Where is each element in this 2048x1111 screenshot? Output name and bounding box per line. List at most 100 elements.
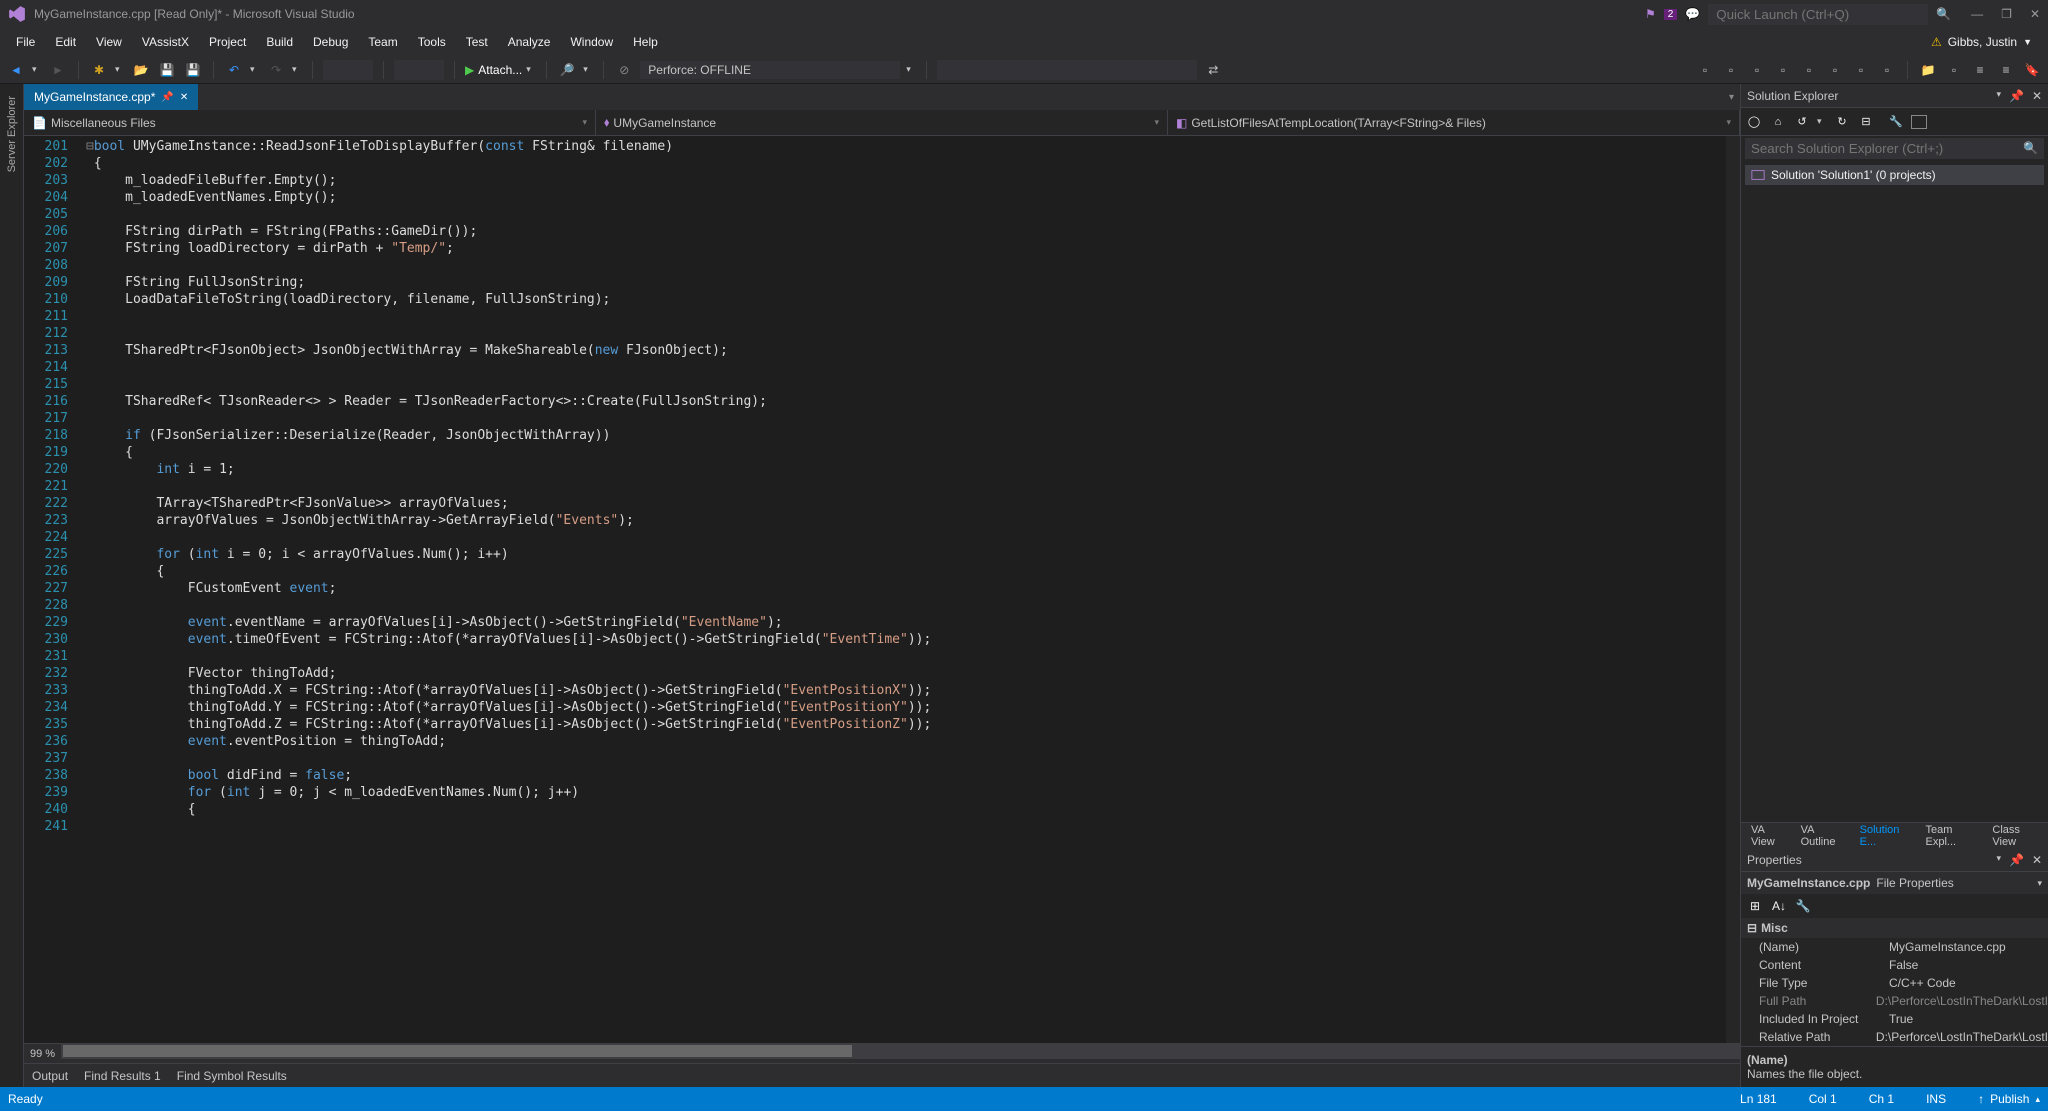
- pin-icon[interactable]: 📌: [161, 92, 173, 103]
- folder-open-icon[interactable]: 📁: [1918, 60, 1938, 80]
- feedback-icon[interactable]: 💬: [1685, 7, 1700, 21]
- user-name-label[interactable]: Gibbs, Justin: [1948, 35, 2017, 49]
- property-row[interactable]: ContentFalse: [1741, 956, 2048, 974]
- properties-category[interactable]: ⊟ Misc: [1741, 918, 2048, 938]
- tabs-dropdown-icon[interactable]: ▾: [1729, 92, 1734, 103]
- tb-icon-6[interactable]: ▫: [1825, 60, 1845, 80]
- menu-file[interactable]: File: [6, 35, 45, 49]
- alphabetical-icon[interactable]: A↓: [1769, 896, 1789, 916]
- notification-flag-icon[interactable]: ⚑: [1645, 7, 1656, 21]
- solution-root-item[interactable]: Solution 'Solution1' (0 projects): [1745, 165, 2044, 185]
- properties-subject[interactable]: MyGameInstance.cpp File Properties ▾: [1741, 872, 2048, 894]
- se-sync-icon[interactable]: ↺: [1793, 113, 1811, 131]
- minimize-button[interactable]: —: [1971, 7, 1983, 21]
- nav-back-icon[interactable]: ◄: [6, 60, 26, 80]
- se-properties-icon[interactable]: 🔧: [1887, 113, 1905, 131]
- horizontal-scrollbar[interactable]: [61, 1043, 1740, 1059]
- se-home-icon[interactable]: ◯: [1745, 113, 1763, 131]
- menu-tools[interactable]: Tools: [408, 35, 456, 49]
- menu-vassistx[interactable]: VAssistX: [132, 35, 199, 49]
- property-row[interactable]: Full PathD:\Perforce\LostInTheDark\LostI: [1741, 992, 2048, 1010]
- document-tab[interactable]: MyGameInstance.cpp* 📌 ✕: [24, 84, 198, 110]
- quick-launch-input[interactable]: [1708, 4, 1928, 25]
- tb-icon-7[interactable]: ▫: [1851, 60, 1871, 80]
- find-in-files-icon[interactable]: 🔎: [557, 60, 577, 80]
- panel-pin-icon[interactable]: 📌: [2009, 89, 2024, 103]
- solution-search-input[interactable]: [1751, 141, 2023, 156]
- tb-icon-2[interactable]: ▫: [1721, 60, 1741, 80]
- uncomment-icon[interactable]: ≡: [1996, 60, 2016, 80]
- props-wrench-icon[interactable]: 🔧: [1793, 896, 1813, 916]
- tb-icon-8[interactable]: ▫: [1877, 60, 1897, 80]
- property-row[interactable]: (Name)MyGameInstance.cpp: [1741, 938, 2048, 956]
- perforce-status[interactable]: Perforce: OFFLINE: [640, 61, 900, 79]
- nav-member-dropdown[interactable]: ◧ GetListOfFilesAtTempLocation(TArray<FS…: [1168, 110, 1740, 135]
- close-button[interactable]: ✕: [2030, 7, 2040, 21]
- se-showall-icon[interactable]: [1911, 115, 1927, 129]
- menu-project[interactable]: Project: [199, 35, 256, 49]
- vertical-scrollbar[interactable]: [1726, 136, 1740, 1043]
- tab-va-outline[interactable]: VA Outline: [1795, 820, 1850, 852]
- panel-close-icon[interactable]: ✕: [2032, 853, 2042, 867]
- attach-button[interactable]: ▶ Attach... ▾: [465, 63, 536, 77]
- notification-count[interactable]: 2: [1664, 9, 1678, 20]
- menu-view[interactable]: View: [86, 35, 132, 49]
- menu-test[interactable]: Test: [456, 35, 498, 49]
- tab-solution-explorer[interactable]: Solution E...: [1854, 820, 1916, 852]
- se-refresh-icon[interactable]: ↻: [1833, 113, 1851, 131]
- menu-build[interactable]: Build: [256, 35, 303, 49]
- menu-edit[interactable]: Edit: [45, 35, 86, 49]
- tb-icon-9[interactable]: ▫: [1944, 60, 1964, 80]
- scrollbar-thumb[interactable]: [63, 1045, 852, 1057]
- tab-class-view[interactable]: Class View: [1986, 820, 2044, 852]
- solution-platform-dropdown[interactable]: [394, 60, 444, 80]
- sync-icon[interactable]: ⇄: [1203, 60, 1223, 80]
- user-dropdown-icon[interactable]: ▼: [2023, 37, 2032, 47]
- save-all-icon[interactable]: 💾: [183, 60, 203, 80]
- nav-class-dropdown[interactable]: ⬧ UMyGameInstance ▾: [596, 110, 1168, 135]
- menu-debug[interactable]: Debug: [303, 35, 358, 49]
- se-collapse-icon[interactable]: ⊟: [1857, 113, 1875, 131]
- code-text[interactable]: ⊟bool UMyGameInstance::ReadJsonFileToDis…: [80, 136, 1726, 1043]
- new-project-icon[interactable]: ✱: [89, 60, 109, 80]
- menu-window[interactable]: Window: [560, 35, 623, 49]
- perforce-changelist-dropdown[interactable]: [937, 60, 1197, 80]
- tab-close-icon[interactable]: ✕: [180, 92, 188, 103]
- publish-button[interactable]: ↑ Publish ▴: [1978, 1092, 2040, 1106]
- tb-icon-5[interactable]: ▫: [1799, 60, 1819, 80]
- solution-search[interactable]: 🔍: [1745, 138, 2044, 159]
- property-row[interactable]: Relative PathD:\Perforce\LostInTheDark\L…: [1741, 1028, 2048, 1046]
- categorize-icon[interactable]: ⊞: [1745, 896, 1765, 916]
- menu-help[interactable]: Help: [623, 35, 668, 49]
- tab-team-explorer[interactable]: Team Expl...: [1920, 820, 1983, 852]
- nav-scope-dropdown[interactable]: 📄 Miscellaneous Files ▾: [24, 110, 596, 135]
- output-tab[interactable]: Output: [32, 1069, 68, 1083]
- tab-va-view[interactable]: VA View: [1745, 820, 1791, 852]
- collapse-icon[interactable]: ⊟: [1747, 921, 1757, 935]
- panel-dropdown-icon[interactable]: ▾: [1996, 853, 2001, 867]
- tb-icon-1[interactable]: ▫: [1695, 60, 1715, 80]
- panel-dropdown-icon[interactable]: ▾: [1996, 89, 2001, 103]
- panel-pin-icon[interactable]: 📌: [2009, 853, 2024, 867]
- menu-analyze[interactable]: Analyze: [498, 35, 561, 49]
- property-row[interactable]: File TypeC/C++ Code: [1741, 974, 2048, 992]
- tb-icon-3[interactable]: ▫: [1747, 60, 1767, 80]
- save-icon[interactable]: 💾: [157, 60, 177, 80]
- undo-icon[interactable]: ↶: [224, 60, 244, 80]
- find-results-tab[interactable]: Find Results 1: [84, 1069, 161, 1083]
- panel-close-icon[interactable]: ✕: [2032, 89, 2042, 103]
- redo-icon[interactable]: ↷: [266, 60, 286, 80]
- search-icon[interactable]: 🔍: [1936, 7, 1951, 21]
- code-editor[interactable]: 201 202 203 204 205 206 207 208 209 210 …: [24, 136, 1740, 1043]
- maximize-button[interactable]: ❐: [2001, 7, 2012, 21]
- server-explorer-tab[interactable]: Server Explorer: [6, 90, 18, 178]
- bookmark-icon[interactable]: 🔖: [2022, 60, 2042, 80]
- open-file-icon[interactable]: 📂: [131, 60, 151, 80]
- menu-team[interactable]: Team: [358, 35, 407, 49]
- se-home2-icon[interactable]: ⌂: [1769, 113, 1787, 131]
- solution-tree[interactable]: Solution 'Solution1' (0 projects): [1741, 161, 2048, 822]
- solution-config-dropdown[interactable]: [323, 60, 373, 80]
- tb-icon-4[interactable]: ▫: [1773, 60, 1793, 80]
- comment-icon[interactable]: ≡: [1970, 60, 1990, 80]
- zoom-level[interactable]: 99 %: [24, 1043, 61, 1063]
